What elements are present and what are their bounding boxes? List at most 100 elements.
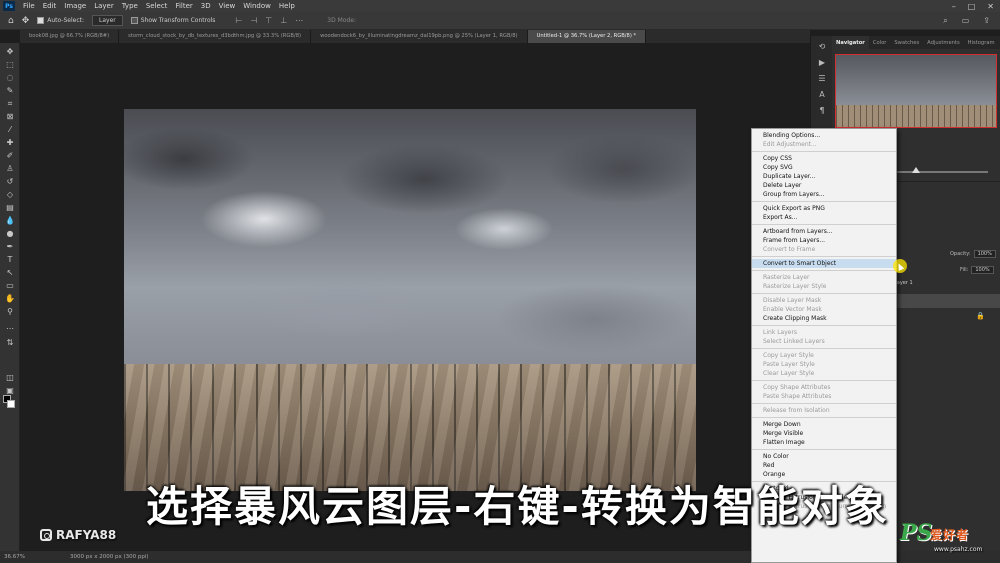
- fill-field[interactable]: 100%: [971, 266, 994, 274]
- move-tool-icon[interactable]: ✥: [4, 47, 16, 57]
- menu-item-artboard-from-layers[interactable]: Artboard from Layers...: [752, 227, 896, 236]
- menu-item-flatten-image[interactable]: Flatten Image: [752, 438, 896, 447]
- home-icon[interactable]: ⌂: [8, 16, 14, 26]
- lasso-tool-icon[interactable]: ◌: [4, 73, 16, 83]
- tab-navigator[interactable]: Navigator: [832, 36, 869, 49]
- tab-untitled-1[interactable]: Untitled-1 @ 36.7% (Layer 2, RGB/8) *: [527, 30, 647, 43]
- move-tool-icon[interactable]: ✥: [22, 16, 30, 26]
- menu-item-merge-down[interactable]: Merge Down: [752, 420, 896, 429]
- tab-histogram[interactable]: Histogram: [964, 36, 999, 49]
- menu-item-rasterize-layer: Rasterize Layer: [763, 274, 810, 281]
- menu-separator: [752, 293, 896, 294]
- menu-select[interactable]: Select: [142, 2, 172, 10]
- video-subtitle: 选择暴风云图层-右键-转换为智能对象: [146, 482, 889, 531]
- menu-type[interactable]: Type: [118, 2, 142, 10]
- zoom-tool-icon[interactable]: ⚲: [4, 307, 16, 317]
- history-brush-icon[interactable]: ↺: [4, 177, 16, 187]
- screen-mode-icon[interactable]: ▣: [4, 386, 16, 396]
- edit-toolbar-icon[interactable]: ⇅: [4, 338, 16, 348]
- menu-item-duplicate-layer[interactable]: Duplicate Layer...: [752, 172, 896, 181]
- frame-tool-icon[interactable]: ⊠: [4, 112, 16, 122]
- dodge-tool-icon[interactable]: ●: [4, 229, 16, 239]
- clone-stamp-icon[interactable]: ♙: [4, 164, 16, 174]
- tab-color[interactable]: Color: [869, 36, 891, 49]
- menu-item-blending-options[interactable]: Blending Options...: [752, 131, 896, 140]
- quick-mask-icon[interactable]: ◫: [4, 373, 16, 383]
- tab-swatches[interactable]: Swatches: [890, 36, 923, 49]
- history-panel-icon[interactable]: ⟲: [817, 42, 827, 52]
- menu-view[interactable]: View: [215, 2, 240, 10]
- tab-book08[interactable]: book08.jpg @ 66.7% (RGB/8#): [20, 30, 120, 43]
- more-tools-icon[interactable]: ⋯: [4, 324, 16, 334]
- menu-item-copy-css[interactable]: Copy CSS: [752, 154, 896, 163]
- menu-item-create-clipping-mask[interactable]: Create Clipping Mask: [752, 314, 896, 323]
- align-right-icon[interactable]: ⊤: [265, 16, 272, 25]
- options-right: ⌕ ▭ ⇪: [943, 16, 990, 26]
- close-icon[interactable]: ✕: [987, 2, 994, 11]
- menu-layer[interactable]: Layer: [90, 2, 118, 10]
- hand-tool-icon[interactable]: ✋: [4, 294, 16, 304]
- character-panel-icon[interactable]: A: [817, 90, 827, 100]
- path-select-icon[interactable]: ↖: [4, 268, 16, 278]
- marquee-tool-icon[interactable]: ⬚: [4, 60, 16, 70]
- align-center-icon[interactable]: ⊣: [250, 16, 257, 25]
- menu-item-convert-to-smart-object[interactable]: Convert to Smart Object: [752, 259, 896, 268]
- menu-window[interactable]: Window: [239, 2, 275, 10]
- crop-tool-icon[interactable]: ⌗: [4, 99, 16, 109]
- paragraph-panel-icon[interactable]: ¶: [817, 106, 827, 116]
- menu-item-frame-from-layers[interactable]: Frame from Layers...: [752, 236, 896, 245]
- menu-item-group-from-layers[interactable]: Group from Layers...: [752, 190, 896, 199]
- document-canvas[interactable]: [124, 109, 696, 491]
- menu-item-merge-visible[interactable]: Merge Visible: [752, 429, 896, 438]
- tab-wooden-dock[interactable]: woodendock6_by_illuminatingdreamz_dal19p…: [311, 30, 528, 43]
- show-transform-checkbox[interactable]: Show Transform Controls: [130, 17, 215, 24]
- menu-image[interactable]: Image: [60, 2, 90, 10]
- align-top-icon[interactable]: ⊥: [280, 16, 287, 25]
- zoom-slider-handle[interactable]: [912, 167, 920, 173]
- share-icon[interactable]: ⇪: [983, 16, 990, 26]
- zoom-level[interactable]: 36.67%: [0, 554, 70, 560]
- menu-filter[interactable]: Filter: [171, 2, 196, 10]
- menu-item-delete-layer[interactable]: Delete Layer: [752, 181, 896, 190]
- search-icon[interactable]: ⌕: [943, 16, 947, 26]
- auto-select-dropdown[interactable]: Layer: [92, 15, 123, 26]
- menu-edit[interactable]: Edit: [39, 2, 61, 10]
- menu-item-copy-svg[interactable]: Copy SVG: [752, 163, 896, 172]
- align-left-icon[interactable]: ⊢: [235, 16, 242, 25]
- options-bar: ⌂ ✥ Auto-Select: Layer Show Transform Co…: [0, 12, 1000, 30]
- maximize-icon[interactable]: □: [968, 2, 976, 11]
- quick-select-icon[interactable]: ✎: [4, 86, 16, 96]
- minimize-icon[interactable]: –: [952, 2, 956, 11]
- brush-tool-icon[interactable]: ✐: [4, 151, 16, 161]
- eraser-icon[interactable]: ◇: [4, 190, 16, 200]
- opacity-field[interactable]: 100%: [973, 250, 996, 258]
- gradient-icon[interactable]: ▤: [4, 203, 16, 213]
- distribute-icon[interactable]: ⋯: [295, 16, 303, 25]
- menu-help[interactable]: Help: [275, 2, 299, 10]
- auto-select-checkbox[interactable]: Auto-Select:: [37, 17, 84, 24]
- opacity-control[interactable]: Opacity: 100%: [950, 250, 996, 258]
- menu-item-quick-export-as-png[interactable]: Quick Export as PNG: [752, 204, 896, 213]
- menu-3d[interactable]: 3D: [197, 2, 215, 10]
- tab-adjustments[interactable]: Adjustments: [923, 36, 964, 49]
- properties-panel-icon[interactable]: ☰: [817, 74, 827, 84]
- menu-item-copy-shape-attributes: Copy Shape Attributes: [763, 384, 831, 391]
- fill-control[interactable]: Fill: 100%: [960, 266, 994, 274]
- menu-file[interactable]: File: [19, 2, 39, 10]
- navigator-thumbnail[interactable]: [835, 54, 997, 128]
- lock-icon[interactable]: 🔒: [976, 312, 985, 320]
- actions-panel-icon[interactable]: ▶: [817, 58, 827, 68]
- type-tool-icon[interactable]: T: [4, 255, 16, 265]
- menu-item-export-as[interactable]: Export As...: [752, 213, 896, 222]
- tab-storm-cloud[interactable]: storm_cloud_stock_by_db_textures_d3bdthm…: [119, 30, 312, 43]
- background-color-swatch[interactable]: [7, 400, 15, 408]
- menu-item-no-color[interactable]: No Color: [752, 452, 896, 461]
- workspace-icon[interactable]: ▭: [962, 16, 970, 26]
- pen-tool-icon[interactable]: ✒: [4, 242, 16, 252]
- eyedropper-icon[interactable]: ⁄: [4, 125, 16, 135]
- blur-tool-icon[interactable]: 💧: [4, 216, 16, 226]
- shape-tool-icon[interactable]: ▭: [4, 281, 16, 291]
- healing-brush-icon[interactable]: ✚: [4, 138, 16, 148]
- menu-item-red[interactable]: Red: [752, 461, 896, 470]
- ps-watermark-logo: PS: [900, 520, 933, 546]
